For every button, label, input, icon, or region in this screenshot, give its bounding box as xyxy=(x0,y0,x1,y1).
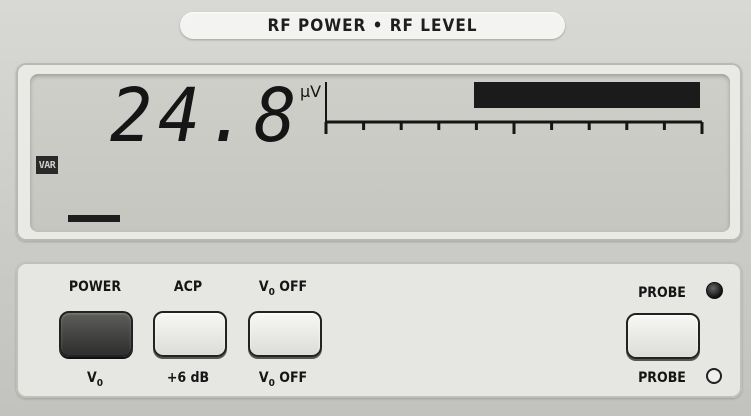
vo-off-top-label: V0 OFF xyxy=(258,279,308,298)
bargraph-fill xyxy=(474,82,700,108)
power-bottom-label: V0 xyxy=(86,370,104,389)
power-top-label: POWER xyxy=(68,279,122,295)
acp-button[interactable] xyxy=(153,311,227,357)
bargraph-ticks xyxy=(324,122,704,134)
probe-button[interactable] xyxy=(626,313,700,359)
lcd-reading: 24.8 xyxy=(110,74,303,159)
vo-off-button[interactable] xyxy=(248,311,322,357)
title-plate: RF POWER • RF LEVEL xyxy=(180,12,565,39)
lcd-display: 24.8 μV VAR xyxy=(30,74,730,232)
lcd-annunciator: VAR xyxy=(36,156,58,174)
probe-indicator-on xyxy=(706,282,723,299)
bargraph xyxy=(324,82,704,134)
probe-indicator-off xyxy=(706,368,722,384)
lcd-underbar xyxy=(68,215,120,222)
acp-top-label: ACP xyxy=(173,279,203,295)
acp-bottom-label: +6 dB xyxy=(166,370,210,386)
probe-top-label: PROBE xyxy=(638,285,686,301)
instrument-panel: RF POWER • RF LEVEL 24.8 μV VAR POWER V0… xyxy=(0,0,751,416)
lcd-unit: μV xyxy=(300,82,322,101)
vo-off-bottom-label: V0 OFF xyxy=(258,370,308,389)
panel-title: RF POWER • RF LEVEL xyxy=(267,15,478,36)
probe-bottom-label: PROBE xyxy=(638,370,686,386)
power-button[interactable] xyxy=(59,311,133,357)
